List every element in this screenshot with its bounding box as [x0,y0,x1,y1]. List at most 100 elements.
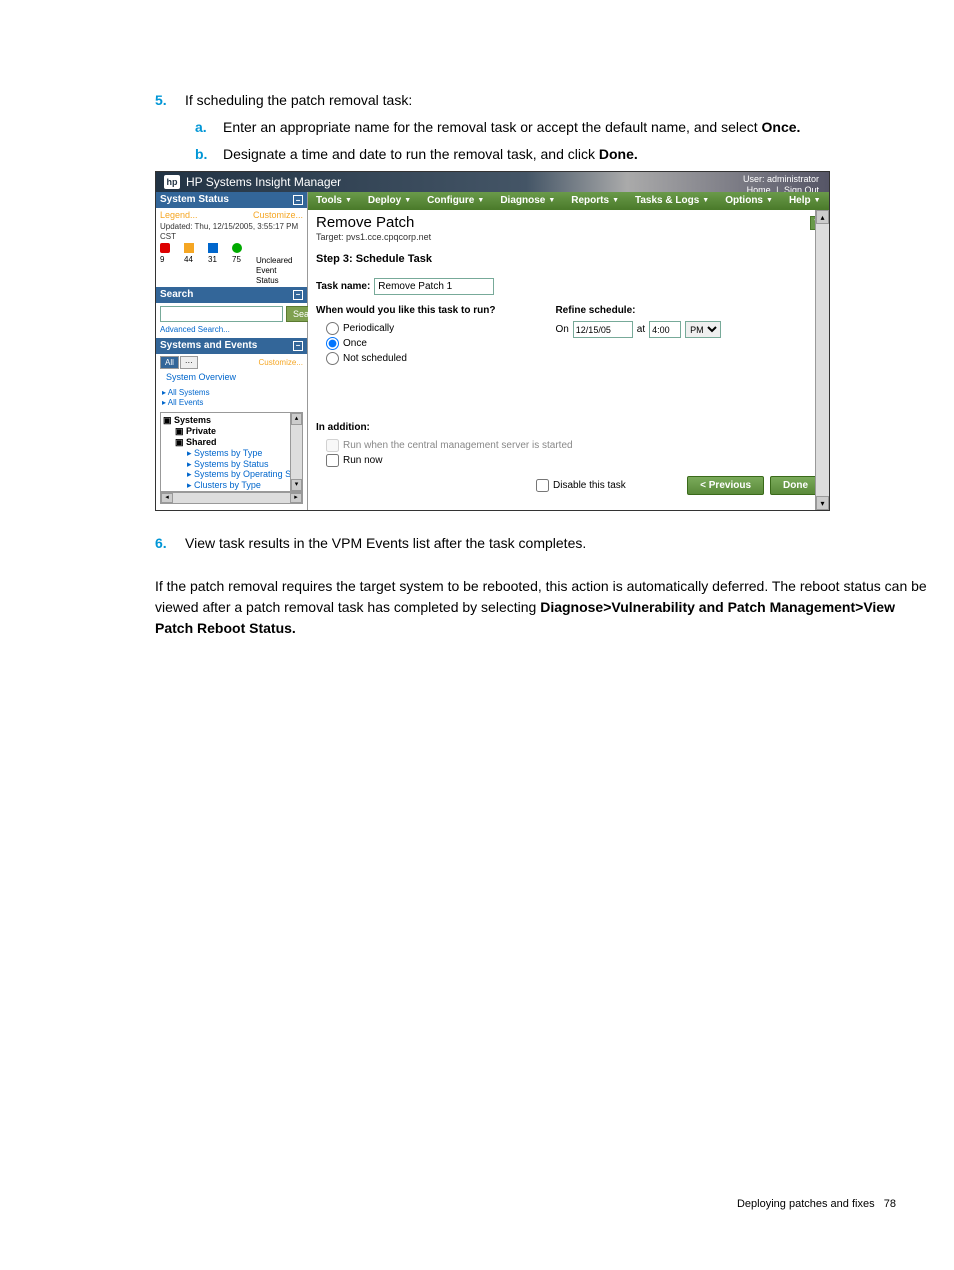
step-number: 5. [155,90,185,111]
radio-once[interactable] [326,337,339,350]
menu-deploy[interactable]: Deploy▼ [360,192,419,210]
checkbox-run-when-started [326,439,339,452]
app-title: HP Systems Insight Manager [186,175,341,189]
page-footer: Deploying patches and fixes 78 [737,1198,896,1210]
checkbox-run-now[interactable] [326,454,339,467]
menubar: Tools▼ Deploy▼ Configure▼ Diagnose▼ Repo… [308,192,829,210]
scroll-down-icon[interactable]: ▾ [291,479,302,491]
step-number: 6. [155,533,185,554]
chevron-down-icon: ▼ [345,197,352,205]
taskname-input[interactable] [374,278,494,295]
scroll-up-icon[interactable]: ▴ [291,413,302,425]
minor-icon [208,243,218,253]
when-question: When would you like this task to run? [316,305,495,317]
radio-once-label: Once [343,338,367,350]
normal-icon [232,243,242,253]
menu-tools[interactable]: Tools▼ [308,192,360,210]
scroll-left-icon[interactable]: ◂ [161,493,173,503]
radio-periodically-label: Periodically [343,323,394,335]
search-input[interactable] [160,306,283,322]
system-status-header: System Status − [156,192,307,208]
run-when-label: Run when the central management server i… [343,440,573,452]
all-systems-link[interactable]: ▸ All Systems [162,388,301,398]
updated-timestamp: Updated: Thu, 12/15/2005, 3:55:17 PM CST [160,222,303,241]
in-addition-label: In addition: [316,422,821,434]
major-icon [184,243,194,253]
tree-clusters-status[interactable]: ▸ Clusters by Status [163,491,300,492]
radio-notscheduled[interactable] [326,352,339,365]
chevron-down-icon: ▼ [404,197,411,205]
previous-button[interactable]: < Previous [687,476,764,495]
status-icons [160,243,303,253]
collapse-icon[interactable]: − [293,341,303,351]
step-text: If scheduling the patch removal task: [185,90,412,111]
advanced-search-link[interactable]: Advanced Search... [156,325,307,338]
done-button[interactable]: Done [770,476,821,495]
tree-by-type[interactable]: ▸ Systems by Type [163,448,300,459]
tree-by-os[interactable]: ▸ Systems by Operating Syste [163,469,300,480]
systems-events-header: Systems and Events − [156,338,307,354]
tree-scrollbar[interactable]: ▴ ▾ [290,413,302,491]
chevron-down-icon: ▼ [548,197,555,205]
closing-paragraph: If the patch removal requires the target… [155,576,934,639]
tree-systems[interactable]: ▣ Systems [163,415,300,426]
time-input[interactable] [649,321,681,338]
step-text: View task results in the VPM Events list… [185,533,586,554]
count-critical: 9 [160,255,174,285]
tree-shared[interactable]: ▣ Shared [163,437,300,448]
substep-letter: b. [195,144,223,165]
menu-configure[interactable]: Configure▼ [419,192,492,210]
menu-help[interactable]: Help▼ [781,192,829,210]
refine-label: Refine schedule: [555,305,721,317]
chevron-down-icon: ▼ [702,197,709,205]
legend-link[interactable]: Legend... [160,210,198,221]
run-now-label: Run now [343,455,382,467]
chevron-down-icon: ▼ [477,197,484,205]
system-overview-link[interactable]: System Overview [156,369,307,386]
menu-diagnose[interactable]: Diagnose▼ [492,192,563,210]
tab-other[interactable]: ··· [180,356,198,370]
systems-tree: ▣ Systems ▣ Private ▣ Shared ▸ Systems b… [160,412,303,492]
uncleared-label: Uncleared Event Status [256,256,270,285]
scroll-up-icon[interactable]: ▴ [816,210,829,224]
menu-tasks-logs[interactable]: Tasks & Logs▼ [627,192,717,210]
count-normal: 75 [232,255,246,285]
customize-link[interactable]: Customize... [259,356,303,370]
step-heading: Step 3: Schedule Task [316,253,821,266]
date-input[interactable] [573,321,633,338]
disable-task-label: Disable this task [553,480,626,492]
step-6: 6. View task results in the VPM Events l… [155,533,934,554]
substep-text: Enter an appropriate name for the remova… [223,117,800,138]
checkbox-disable-task[interactable] [536,479,549,492]
chevron-down-icon: ▼ [814,197,821,205]
menu-options[interactable]: Options▼ [717,192,781,210]
sidebar: System Status − Legend... Customize... U… [156,192,308,510]
tab-all[interactable]: All [160,356,179,370]
chevron-down-icon: ▼ [766,197,773,205]
tree-private[interactable]: ▣ Private [163,426,300,437]
app-titlebar: hp HP Systems Insight Manager User: admi… [156,172,829,192]
step-5: 5. If scheduling the patch removal task: [155,90,934,111]
substep-text: Designate a time and date to run the rem… [223,144,638,165]
scroll-right-icon[interactable]: ▸ [290,493,302,503]
scroll-down-icon[interactable]: ▾ [816,496,829,510]
radio-periodically[interactable] [326,322,339,335]
main-panel: Tools▼ Deploy▼ Configure▼ Diagnose▼ Repo… [308,192,829,510]
tree-by-status[interactable]: ▸ Systems by Status [163,459,300,470]
page-title: Remove Patch [316,214,821,232]
user-label: User: administrator [743,174,819,185]
ampm-select[interactable]: PM [685,321,721,338]
collapse-icon[interactable]: − [293,290,303,300]
hp-logo-icon: hp [164,175,180,189]
count-minor: 31 [208,255,222,285]
on-label: On [555,324,568,336]
main-scrollbar[interactable]: ▴ ▾ [815,210,829,510]
target-line: Target: pvs1.cce.cpqcorp.net [316,232,821,243]
all-events-link[interactable]: ▸ All Events [162,398,301,408]
tree-hscrollbar[interactable]: ◂ ▸ [160,492,303,504]
chevron-down-icon: ▼ [612,197,619,205]
collapse-icon[interactable]: − [293,195,303,205]
tree-clusters-type[interactable]: ▸ Clusters by Type [163,480,300,491]
menu-reports[interactable]: Reports▼ [563,192,627,210]
customize-link[interactable]: Customize... [253,210,303,221]
